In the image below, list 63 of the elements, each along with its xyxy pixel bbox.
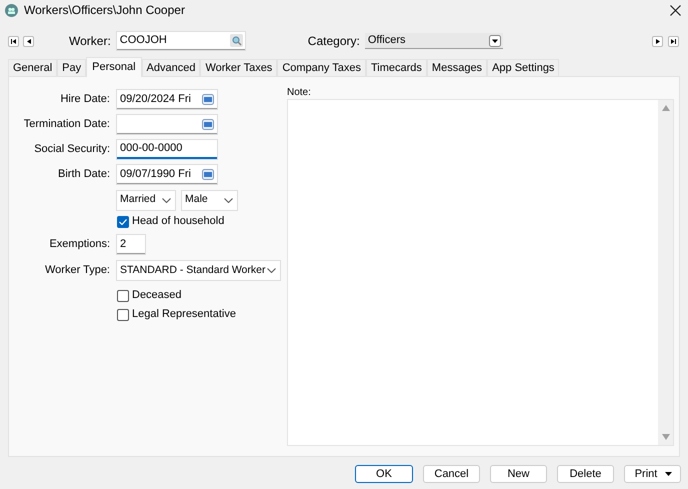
previous-record-button[interactable] [23, 36, 34, 46]
checkbox-label: Head of household [132, 214, 224, 230]
button[interactable]: Delete [557, 465, 614, 483]
tab[interactable]: Personal [86, 57, 142, 77]
first-icon [11, 38, 16, 44]
first-record-button[interactable] [8, 36, 19, 46]
field-label: Hire Date: [60, 93, 110, 106]
next-record-button[interactable] [652, 36, 663, 46]
date-field[interactable]: 09/20/2024 Fri [117, 90, 217, 109]
text-field[interactable]: 000-00-0000 [117, 140, 217, 159]
close-icon[interactable] [670, 4, 681, 16]
calendar-icon[interactable] [202, 168, 214, 180]
tab[interactable]: App Settings [487, 59, 560, 76]
chevron-icon [162, 198, 171, 202]
button[interactable]: Cancel [423, 465, 480, 483]
checkbox-label: Legal Representative [132, 307, 236, 322]
checkbox[interactable] [117, 290, 129, 302]
tab[interactable]: Messages [426, 59, 488, 76]
exemptions-field[interactable]: 2 [117, 235, 145, 254]
previous-icon [26, 38, 30, 44]
search-icon[interactable] [230, 34, 243, 47]
scrollbar[interactable] [658, 100, 673, 445]
calendar-icon[interactable] [202, 94, 214, 104]
date-field[interactable] [117, 115, 217, 134]
tab[interactable]: Company Taxes [277, 59, 366, 76]
category-label: Category: [308, 33, 360, 50]
dropdown-icon [488, 34, 501, 46]
tab[interactable]: General [8, 59, 58, 76]
chevron-icon [267, 268, 276, 273]
last-record-button[interactable] [668, 36, 679, 46]
chevron-icon [224, 198, 233, 202]
checkbox-label: Deceased [132, 288, 182, 304]
gender-dropdown[interactable]: Male [182, 190, 237, 210]
field-label: Worker Type: [44, 264, 110, 276]
scroll-up-icon[interactable] [662, 105, 670, 111]
field-label: Birth Date: [58, 168, 110, 180]
tab[interactable]: Worker Taxes [200, 59, 278, 76]
next-icon [656, 38, 660, 44]
calendar-icon[interactable] [202, 118, 214, 130]
button[interactable]: OK [355, 465, 413, 483]
print-button[interactable]: Print [624, 465, 681, 483]
category-dropdown[interactable]: Officers [364, 33, 503, 49]
field-label: Exemptions: [49, 238, 110, 250]
last-icon [671, 38, 676, 44]
field-label: Social Security: [34, 143, 110, 156]
note-label: Note: [287, 86, 312, 99]
caret-icon [665, 472, 672, 476]
tab[interactable]: Pay [57, 59, 86, 76]
tab[interactable]: Timecards [366, 59, 427, 76]
note-field[interactable] [287, 99, 674, 446]
worker-field[interactable]: COOJOH [116, 32, 245, 50]
worker-label: Worker: [69, 33, 111, 50]
worker-type-dropdown[interactable]: STANDARD - Standard Worker [117, 261, 280, 280]
marital-status-dropdown[interactable]: Married [117, 190, 175, 210]
date-field[interactable]: 09/07/1990 Fri [117, 165, 217, 184]
checkbox[interactable] [117, 216, 129, 228]
checkbox[interactable] [117, 308, 129, 320]
tab[interactable]: Advanced [142, 59, 200, 76]
app-icon [5, 4, 18, 16]
window-title: Workers\Officers\John Cooper [24, 2, 185, 19]
scroll-down-icon[interactable] [662, 434, 670, 440]
button[interactable]: New [490, 465, 547, 483]
field-label: Termination Date: [24, 118, 110, 130]
